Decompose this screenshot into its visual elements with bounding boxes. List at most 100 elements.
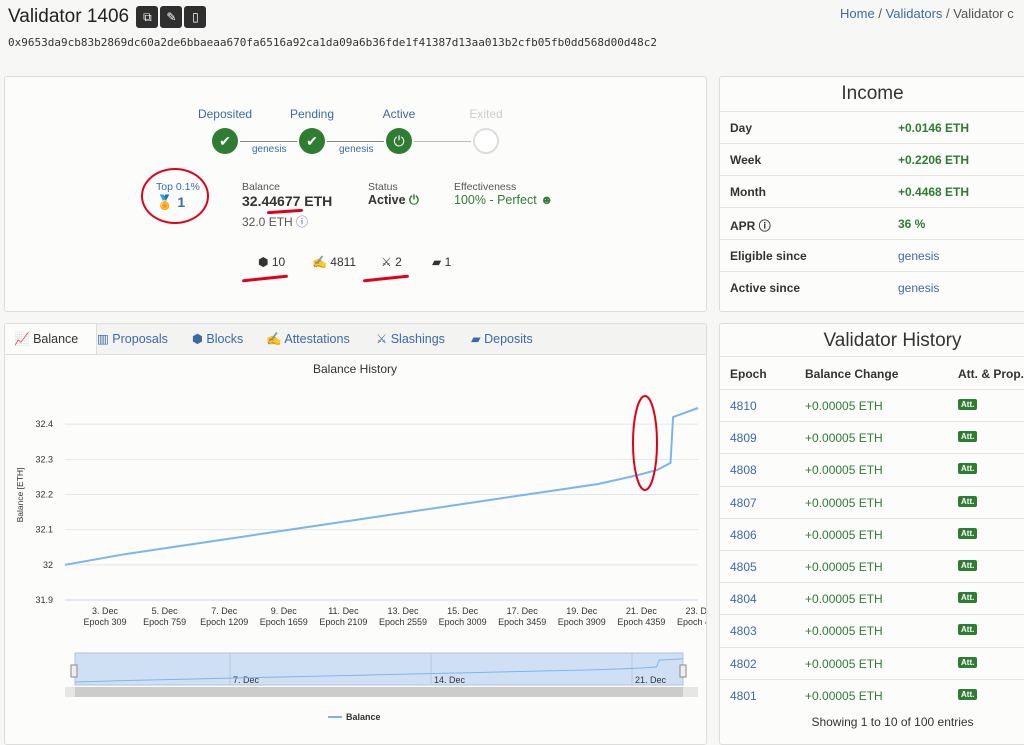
copy-button[interactable]: ⧉ [136,6,159,28]
income-value: +0.0146 ETH [898,121,970,135]
effectiveness-text: 100% - Perfect [454,193,537,207]
navigator-selection [74,652,684,686]
attestations-count[interactable]: ✍ 4811 [312,255,356,269]
smile-icon: ☻ [540,193,554,207]
x-tick-date: 11. Dec [328,606,359,616]
x-tick-epoch: Epoch 3909 [558,617,606,627]
stage-exited-label: Exited [469,107,503,121]
wallet-icon: ▰ [471,332,481,346]
x-tick-epoch: Epoch 4359 [617,617,665,627]
x-tick-epoch: Epoch 309 [83,617,126,627]
epoch-link[interactable]: 4810 [730,399,757,413]
chart-card: 📈 Balance ▥ Proposals ⬢ Blocks ✍ Attesta… [4,323,707,745]
edit-button[interactable]: ✎ [160,6,183,28]
balance-change: +0.00005 ETH [805,592,883,607]
breadcrumb-validators[interactable]: Validators [886,6,943,21]
history-footer: Showing 1 to 10 of 100 entries [811,715,974,729]
income-label: Active since [730,281,801,295]
attestation-badge: Att. [958,656,978,668]
slashings-count[interactable]: ⚔ 2 [381,255,402,269]
effective-balance: 32.0 ETH ⓘ [242,213,308,230]
x-tick-epoch: Epoch 2559 [379,617,427,627]
income-label: Day [730,121,753,135]
x-tick-epoch: Epoch 1659 [260,617,308,627]
question-circle-icon[interactable]: ⓘ [296,215,308,229]
x-tick-date: 7. Dec [211,606,238,616]
effectiveness-label: Effectiveness [454,181,517,193]
table-row: 4801 +0.00005 ETH Att. [720,678,1024,712]
epoch-link[interactable]: 4808 [730,463,757,477]
bookmark-button[interactable]: ▯ [184,6,207,28]
user-slash-icon: ⚔ [381,255,392,269]
income-link[interactable]: genesis [898,249,939,263]
edit-icon: ✎ [166,10,177,24]
slashings-count-value: 2 [395,255,402,269]
tab-attestations[interactable]: ✍ Attestations [266,324,350,354]
balance-change: +0.00005 ETH [805,656,883,671]
income-row: Active since genesis [720,271,1024,304]
tab-deposits[interactable]: ▰ Deposits [471,324,533,354]
annotation-underline [241,274,289,283]
column-header[interactable]: Att. & Prop. [958,367,1024,381]
attestation-badge: Att. [958,624,978,636]
tab-balance[interactable]: 📈 Balance [5,324,97,354]
epoch-link[interactable]: 4809 [730,431,757,445]
tab-label: Attestations [284,332,350,346]
epoch-link[interactable]: 4803 [730,624,757,638]
x-tick-date: 15. Dec [447,606,479,616]
income-value: +0.2206 ETH [898,153,970,167]
copy-icon: ⧉ [143,10,152,24]
x-tick-epoch: Epoch 2109 [319,617,367,627]
income-row: APR ⓘ 36 % [720,207,1024,240]
status-text: Active [368,193,406,207]
stage-pending-label: Pending [289,107,335,121]
balance-change: +0.00005 ETH [805,463,883,478]
breadcrumb-current: Validator c [953,6,1014,21]
balance-chart[interactable]: Balance History Balance [ETH] 31.9 32 32.1 32… [5,355,706,735]
navigator-scrollbar-thumb [75,687,683,697]
stage-active-label: Active [382,107,416,121]
stage-connector [240,141,297,142]
blocks-count[interactable]: ⬢ 10 [258,255,285,269]
y-tick-label: 32.1 [35,525,53,535]
navigator-handle-left [70,664,78,678]
tab-blocks[interactable]: ⬢ Blocks [192,324,243,354]
question-circle-icon[interactable]: ⓘ [759,219,771,233]
income-title: Income [841,83,904,104]
stage-connector [414,141,471,142]
tab-proposals[interactable]: ▥ Proposals [97,324,168,354]
epoch-link[interactable]: 4807 [730,496,757,510]
legend-label: Balance [346,712,381,722]
balance-change: +0.00005 ETH [805,624,883,639]
breadcrumb-home[interactable]: Home [840,6,875,21]
file-signature-icon: ✍ [312,255,327,269]
breadcrumb: Home / Validators / Validator c [840,6,1014,21]
attestation-badge: Att. [958,527,978,539]
attestation-badge: Att. [958,463,978,475]
income-link[interactable]: genesis [898,281,939,295]
epoch-link[interactable]: 4806 [730,528,757,542]
deposits-count[interactable]: ▰ 1 [432,255,451,269]
table-row: 4802 +0.00005 ETH Att. [720,646,1024,680]
attestation-badge: Att. [958,399,978,410]
page-title: Validator 1406 ⧉ ✎ ▯ [8,6,207,28]
column-header[interactable]: Epoch [730,367,767,381]
epoch-link[interactable]: 4802 [730,657,757,671]
table-row: 4806 +0.00005 ETH Att. [720,517,1024,551]
history-title: Validator History [823,330,962,351]
epoch-link[interactable]: 4804 [730,592,757,606]
attestation-badge: Att. [958,560,978,571]
epoch-link[interactable]: 4805 [730,560,757,574]
user-slash-icon: ⚔ [376,332,388,346]
check-icon: ✔ [212,128,238,154]
navigator-handle-right [679,664,687,678]
tab-slashings[interactable]: ⚔ Slashings [376,324,445,354]
y-tick-label: 32 [43,560,53,570]
epoch-link[interactable]: 4801 [730,689,757,703]
balance-change: +0.00005 ETH [805,399,883,413]
column-header[interactable]: Balance Change [805,367,898,381]
power-icon: ⏻ [386,128,412,154]
y-tick-label: 32.3 [35,454,53,464]
wallet-icon: ▰ [432,255,442,269]
income-row: Month +0.4468 ETH [720,175,1024,208]
